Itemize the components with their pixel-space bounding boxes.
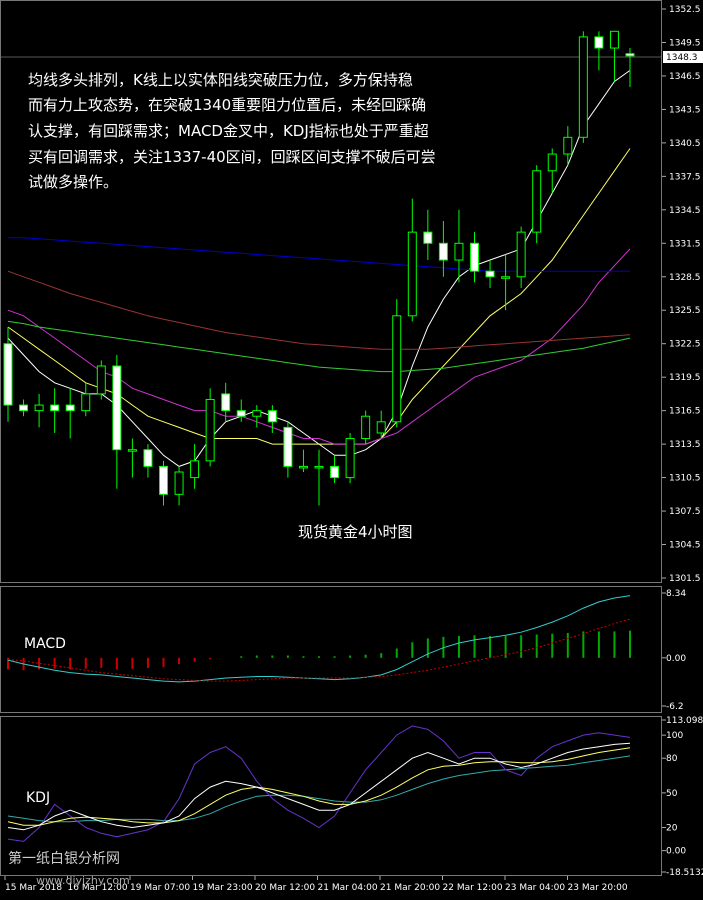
price-tick-label: 1307.5 — [669, 507, 701, 517]
kdj-tick-label: 0.00 — [666, 847, 686, 857]
kdj-label: KDJ — [26, 790, 50, 806]
candle-body — [143, 449, 153, 467]
annotation-line: 买有回调需求，关注1337-40区间，回踩区间支撑不破后可尝 — [28, 148, 436, 166]
candle-body — [454, 242, 464, 261]
chart-title: 现货黄金4小时图 — [298, 523, 413, 541]
time-tick-label: 20 Mar 12:00 — [255, 883, 315, 893]
candle-body — [81, 393, 91, 412]
candle-body — [485, 270, 495, 278]
candle-body — [252, 410, 262, 417]
watermark-url: www.diyizhy.com — [36, 874, 130, 887]
candle-body — [34, 404, 44, 412]
time-tick-label: 22 Mar 12:00 — [443, 883, 503, 893]
kdj-tick-label: 20 — [666, 824, 678, 834]
price-tick-label: 1328.5 — [669, 273, 701, 283]
candle-body — [609, 30, 619, 49]
candle-body — [376, 421, 386, 434]
candle-body — [267, 410, 277, 423]
price-tick-label: 1340.5 — [669, 139, 701, 149]
price-tick-label: 1343.5 — [669, 105, 701, 115]
candle-body — [205, 398, 215, 462]
time-tick-label: 23 Mar 04:00 — [505, 883, 565, 893]
kdj-tick-label: 50 — [666, 789, 678, 799]
candle-body — [298, 465, 308, 469]
annotation-line: 均线多头排列，K线上以实体阳线突破压力位，多方保持稳 — [28, 71, 413, 89]
candle-body — [50, 404, 60, 412]
annotation-line: 认支撑，有回踩需求；MACD金叉中，KDJ指标也处于严重超 — [28, 122, 429, 140]
kdj-tick-label: 80 — [666, 754, 678, 764]
candle-body — [438, 242, 448, 261]
candle-body — [594, 36, 604, 49]
macd-tick-label: 0.00 — [666, 654, 686, 664]
candle-body — [3, 343, 13, 406]
macd-tick-label: -6.2 — [666, 702, 684, 712]
candle-body — [392, 315, 402, 423]
candle-body — [112, 365, 122, 451]
candle-body — [345, 438, 355, 479]
candle-body — [159, 465, 168, 495]
annotation-line: 试做多操作。 — [28, 173, 118, 191]
kdj-tick-label: 100 — [666, 731, 683, 741]
price-tick-label: 1319.5 — [669, 373, 701, 383]
trading-chart: 1352.5 1349.5 1346.5 1343.5 1340.5 1337.5 1334… — [0, 0, 703, 900]
candle-body — [65, 404, 75, 412]
annotation-line: 而有力上攻态势，在突破1340重要阻力位置后，未经回踩确 — [28, 96, 426, 114]
price-tick-label: 1331.5 — [669, 239, 701, 249]
price-tick-label: 1310.5 — [669, 474, 701, 484]
candle-body — [532, 170, 542, 233]
price-tick-label: 1352.5 — [669, 5, 701, 15]
time-tick-label: 19 Mar 07:00 — [130, 883, 190, 893]
candle-body — [407, 231, 417, 317]
kdj-tick-label: -18.5132 — [666, 868, 703, 878]
candle-body — [501, 276, 511, 279]
candle-body — [221, 393, 231, 412]
candle-body — [127, 449, 137, 452]
candle-body — [236, 410, 246, 417]
candle-body — [361, 415, 371, 440]
macd-label: MACD — [24, 636, 66, 652]
price-tick-label: 1337.5 — [669, 172, 701, 182]
price-tick-label: 1349.5 — [669, 38, 701, 48]
macd-tick-label: 8.34 — [666, 589, 686, 599]
candle-body — [563, 136, 573, 155]
price-tick-label: 1322.5 — [669, 340, 701, 350]
watermark-text: 第一纸白银分析网 — [8, 850, 120, 867]
candle-body — [330, 465, 340, 479]
candle-body — [625, 53, 635, 57]
candle-body — [314, 465, 324, 469]
price-tick-label: 1346.5 — [669, 72, 701, 82]
candle-body — [19, 404, 29, 412]
time-tick-label: 21 Mar 20:00 — [380, 883, 440, 893]
kdj-tick-label: 113.0982 — [666, 716, 703, 726]
price-tick-label: 1316.5 — [669, 407, 701, 417]
candle-body — [470, 242, 479, 272]
price-tick-label: 1304.5 — [669, 541, 701, 551]
time-tick-label: 23 Mar 20:00 — [568, 883, 628, 893]
candle-body — [174, 471, 184, 495]
candle-body — [96, 365, 106, 395]
candle-body — [516, 231, 526, 278]
current-price-label: 1348.3 — [666, 53, 698, 63]
candle-body — [423, 231, 433, 244]
price-tick-label: 1325.5 — [669, 306, 701, 316]
time-tick-label: 19 Mar 23:00 — [193, 883, 253, 893]
candle-body — [190, 460, 200, 479]
price-tick-label: 1301.5 — [669, 574, 701, 584]
candle-body — [283, 426, 293, 467]
time-tick-label: 21 Mar 04:00 — [318, 883, 378, 893]
price-tick-label: 1313.5 — [669, 440, 701, 450]
candle-body — [578, 36, 588, 138]
price-tick-label: 1334.5 — [669, 206, 701, 216]
candle-body — [547, 153, 557, 172]
